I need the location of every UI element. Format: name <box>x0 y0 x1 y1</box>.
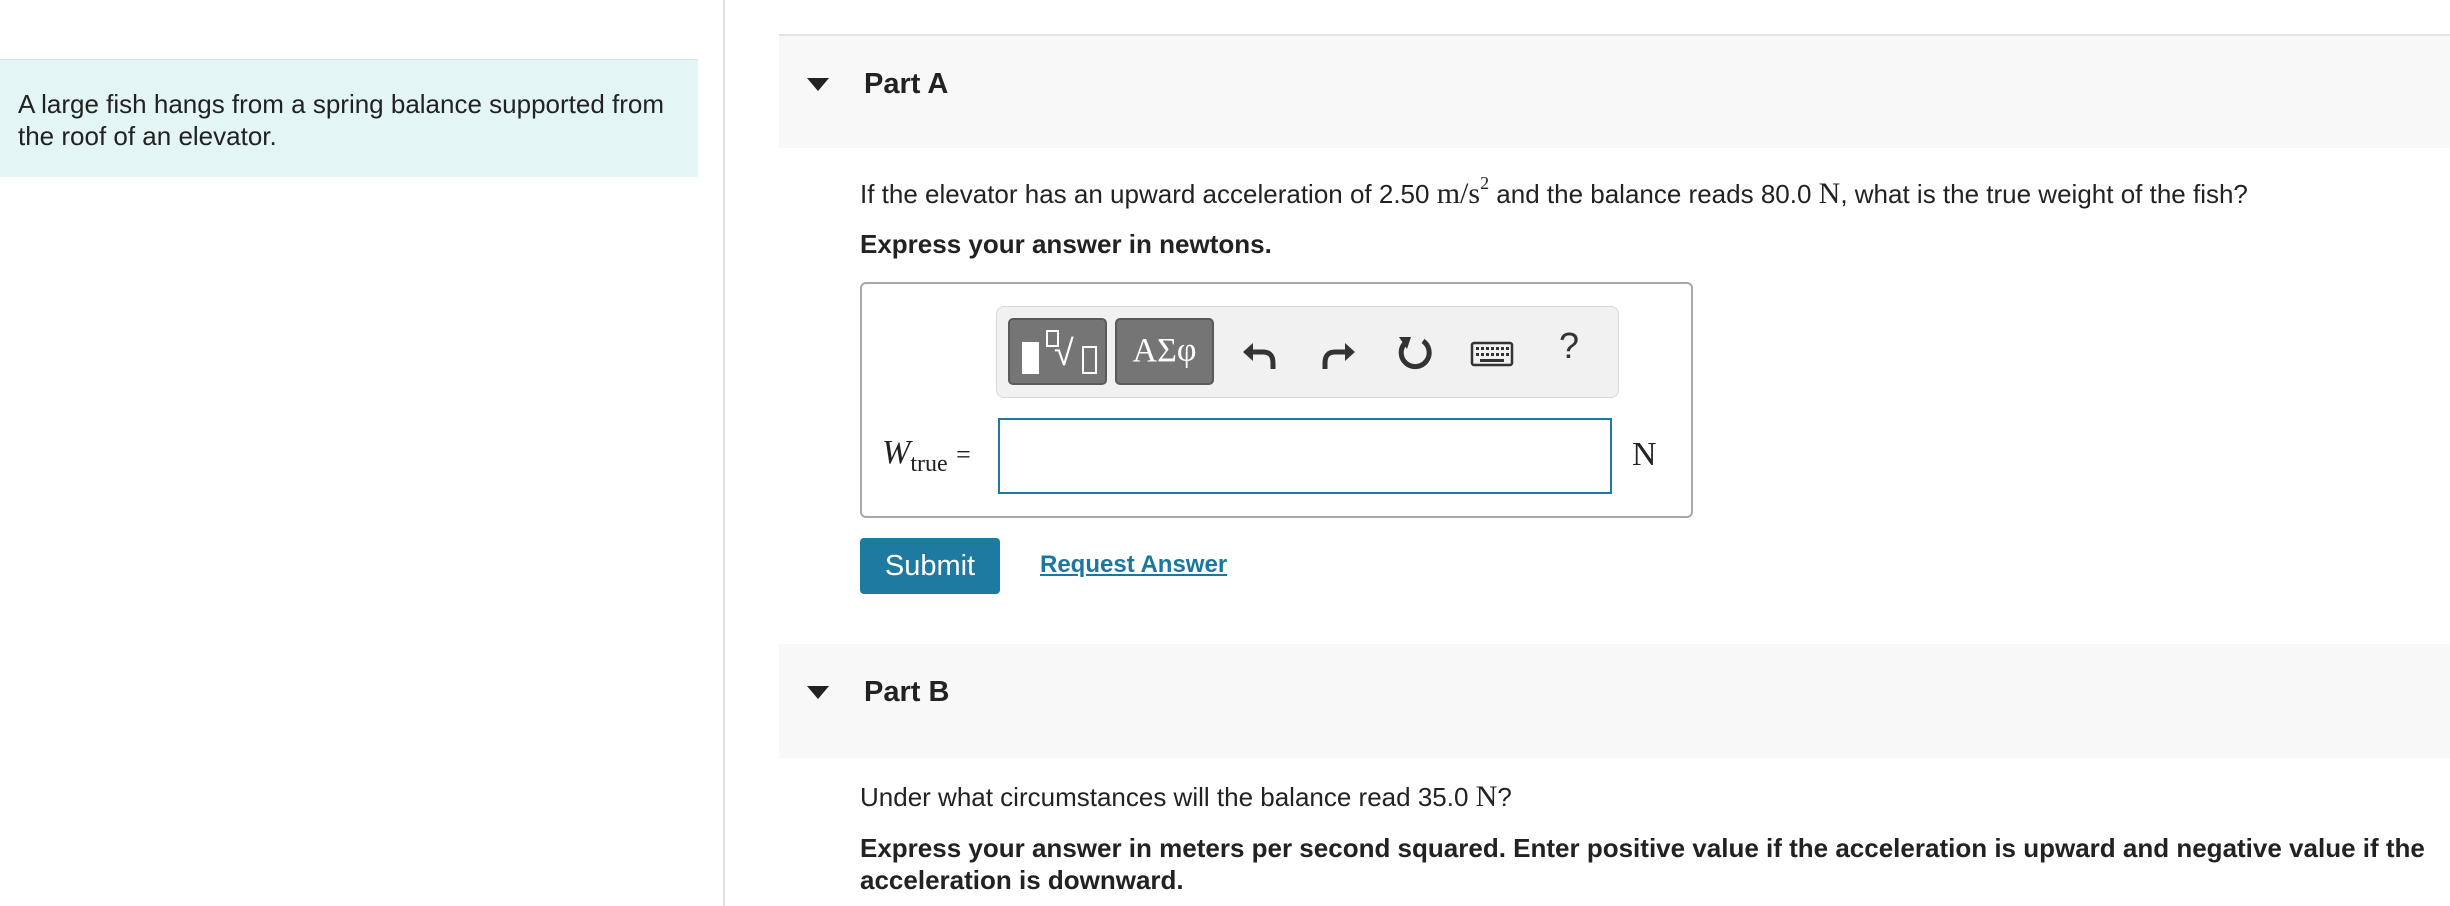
reset-icon[interactable] <box>1391 323 1439 381</box>
part-a-instruction: Express your answer in newtons. <box>860 229 1272 259</box>
answer-unit: N <box>1632 436 1657 473</box>
submit-button[interactable]: Submit <box>860 538 1000 594</box>
part-b-header[interactable]: Part B <box>779 644 2450 758</box>
panel-divider <box>723 0 725 906</box>
answer-box: √ ΑΣφ ? Wtrue = N <box>860 282 1693 518</box>
greek-symbols-button[interactable]: ΑΣφ <box>1115 318 1214 385</box>
part-b-instruction: Express your answer in meters per second… <box>860 833 2425 895</box>
part-a-header[interactable]: Part A <box>779 34 2450 148</box>
part-b-title: Part B <box>864 676 950 708</box>
templates-button[interactable]: √ <box>1008 318 1107 385</box>
problem-intro: A large fish hangs from a spring balance… <box>0 59 698 177</box>
variable-label: Wtrue = <box>882 434 971 477</box>
collapse-caret-icon[interactable] <box>807 78 829 91</box>
part-b-question: Under what circumstances will the balanc… <box>860 780 1512 813</box>
undo-icon[interactable] <box>1237 323 1285 381</box>
keyboard-icon[interactable] <box>1468 323 1516 381</box>
help-icon[interactable]: ? <box>1545 325 1593 383</box>
collapse-caret-icon[interactable] <box>807 686 829 699</box>
problem-intro-text: A large fish hangs from a spring balance… <box>18 89 665 151</box>
redo-icon[interactable] <box>1313 323 1361 381</box>
part-a-question: If the elevator has an upward accelerati… <box>860 173 2248 210</box>
answer-input[interactable] <box>998 418 1612 494</box>
part-a-title: Part A <box>864 68 949 100</box>
request-answer-link[interactable]: Request Answer <box>1040 551 1227 579</box>
math-toolbar: √ ΑΣφ ? <box>996 306 1619 398</box>
